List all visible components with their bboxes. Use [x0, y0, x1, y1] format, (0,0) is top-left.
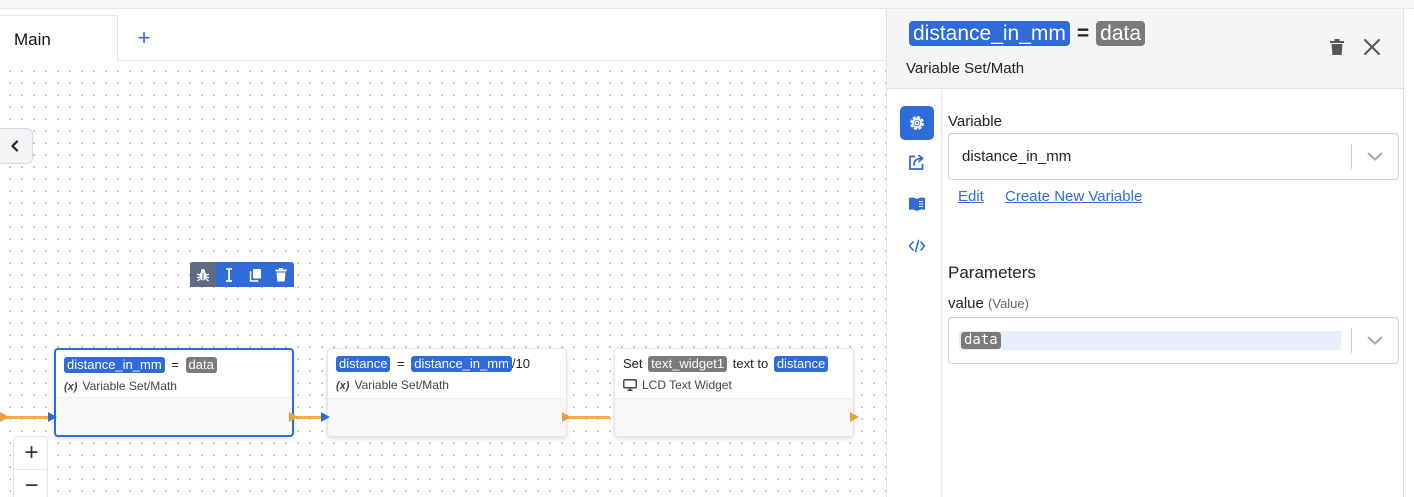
- connection-wire: [568, 416, 610, 419]
- trash-icon: [1330, 39, 1344, 55]
- tab-bar: Main +: [0, 9, 886, 61]
- widget-token: text_widget1: [648, 356, 728, 372]
- output-port[interactable]: [850, 412, 859, 422]
- book-icon: [909, 197, 925, 211]
- output-port[interactable]: [562, 412, 571, 422]
- variable-select[interactable]: distance_in_mm: [948, 133, 1399, 180]
- flow-node-lcd-text[interactable]: Set text_widget1 text to distance LCD Te…: [614, 348, 854, 437]
- edit-variable-link[interactable]: Edit: [958, 188, 984, 205]
- zoom-out-button[interactable]: −: [14, 471, 49, 497]
- bug-icon: [196, 268, 210, 281]
- input-port[interactable]: [321, 412, 330, 422]
- node-expression: distance_in_mm = data: [64, 357, 284, 375]
- variable-icon: (x): [336, 380, 350, 392]
- node-footer: [615, 398, 853, 436]
- top-strip: [0, 0, 1414, 9]
- value-label-hint: (Value): [988, 296, 1029, 311]
- flow-node-set-distance[interactable]: distance = distance_in_mm/10 (x) Variable…: [327, 348, 567, 437]
- variable-token: distance: [773, 356, 829, 372]
- settings-tab[interactable]: [900, 106, 934, 140]
- node-toolbar: [190, 262, 294, 287]
- share-tab[interactable]: [900, 145, 934, 179]
- debug-button[interactable]: [190, 262, 216, 287]
- node-type: (x) Variable Set/Math: [64, 379, 284, 393]
- node-type-label: Variable Set/Math: [82, 379, 177, 393]
- value-label-text: value: [948, 295, 984, 312]
- docs-tab[interactable]: [900, 187, 934, 221]
- panel-subtitle: Variable Set/Math: [906, 60, 1025, 77]
- node-expression: distance = distance_in_mm/10: [336, 356, 558, 374]
- variable-token: distance_in_mm: [411, 356, 512, 372]
- connection-wire: [296, 416, 322, 419]
- chevron-down-icon[interactable]: [1366, 333, 1384, 349]
- code-icon: [908, 239, 926, 253]
- gear-icon: [910, 116, 924, 130]
- output-port[interactable]: [289, 412, 298, 422]
- select-divider: [1351, 144, 1352, 169]
- node-footer: [328, 398, 566, 436]
- node-type: LCD Text Widget: [623, 378, 845, 392]
- operator: =: [397, 356, 405, 371]
- tab-main[interactable]: Main: [0, 15, 118, 61]
- variable-token: distance: [336, 356, 391, 372]
- node-expression: Set text_widget1 text to distance: [623, 356, 845, 374]
- delete-button[interactable]: [1329, 38, 1345, 59]
- trash-icon: [275, 267, 287, 281]
- create-new-variable-link[interactable]: Create New Variable: [1005, 188, 1142, 205]
- node-type-label: Variable Set/Math: [354, 378, 449, 392]
- close-panel-button[interactable]: [1363, 38, 1381, 59]
- value-label: value (Value): [948, 295, 1029, 312]
- input-port[interactable]: [48, 412, 57, 422]
- zoom-controls: + −: [13, 436, 49, 497]
- flow-node-set-distance-in-mm[interactable]: distance_in_mm = data (x) Variable Set/Ma…: [54, 348, 294, 437]
- expression-suffix: /10: [511, 356, 530, 371]
- value-token: data: [961, 332, 1001, 349]
- variable-token: distance_in_mm: [64, 357, 165, 373]
- output-port: [0, 412, 9, 422]
- value-input[interactable]: data: [959, 331, 1341, 350]
- rename-button[interactable]: [216, 262, 242, 287]
- operator: =: [171, 357, 179, 372]
- node-footer: [56, 397, 292, 435]
- add-tab-button[interactable]: +: [134, 27, 154, 49]
- select-divider: [1351, 328, 1352, 353]
- close-icon: [1364, 39, 1380, 55]
- node-middle-text: text to: [732, 356, 769, 371]
- node-type: (x) Variable Set/Math: [336, 378, 558, 392]
- zoom-in-button[interactable]: +: [14, 437, 49, 470]
- node-prefix: Set: [623, 356, 643, 371]
- copy-icon: [249, 268, 261, 282]
- variable-label: Variable: [948, 113, 1002, 130]
- panel-title: distance_in_mm = data: [909, 21, 1146, 46]
- value-token: data: [185, 357, 217, 373]
- value-select[interactable]: data: [948, 317, 1399, 364]
- chevron-down-icon[interactable]: [1366, 149, 1384, 165]
- text-cursor-icon: [226, 267, 232, 282]
- variable-select-value: distance_in_mm: [962, 148, 1072, 165]
- flow-canvas[interactable]: distance_in_mm = data (x) Variable Set/Ma…: [0, 61, 887, 497]
- parameters-heading: Parameters: [948, 263, 1036, 282]
- share-icon: [909, 154, 924, 170]
- variable-token: distance_in_mm: [909, 21, 1070, 46]
- value-token: data: [1096, 21, 1146, 46]
- code-tab[interactable]: [900, 229, 934, 263]
- duplicate-button[interactable]: [242, 262, 268, 287]
- properties-panel: distance_in_mm = data Variable Set/Math Va…: [886, 9, 1404, 497]
- node-type-label: LCD Text Widget: [642, 378, 732, 392]
- chevron-left-icon: [10, 140, 18, 152]
- collapse-sidebar-button[interactable]: [0, 128, 33, 164]
- panel-header: distance_in_mm = data Variable Set/Math: [887, 9, 1403, 89]
- panel-rail: [887, 89, 942, 497]
- delete-node-button[interactable]: [268, 262, 294, 287]
- monitor-icon: [623, 379, 637, 391]
- variable-icon: (x): [64, 381, 78, 393]
- operator: =: [1076, 22, 1090, 45]
